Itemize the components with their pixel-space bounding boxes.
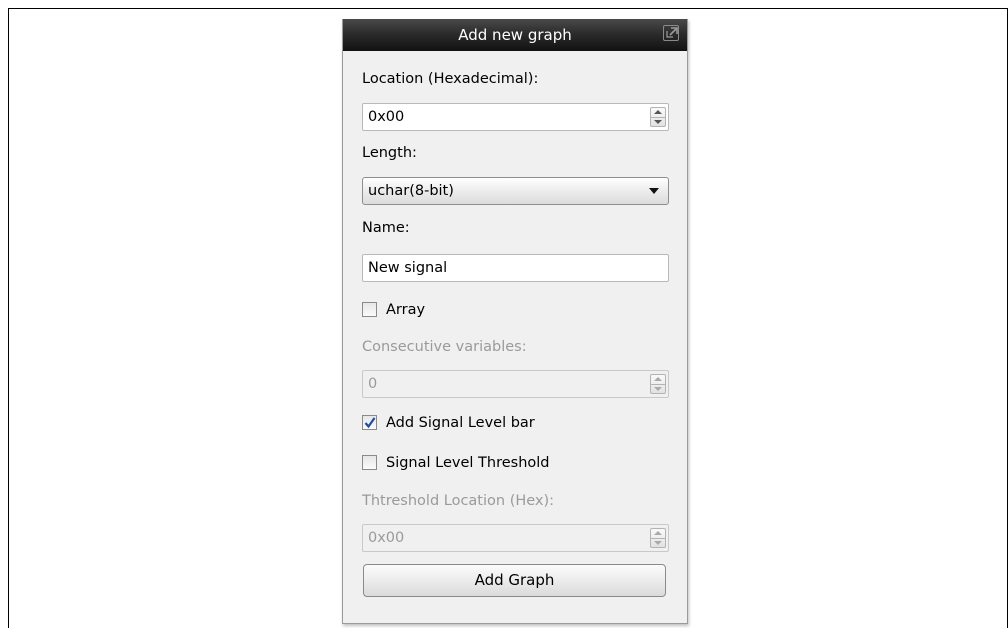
dialog-titlebar: Add new graph	[343, 19, 687, 51]
frame-left-border	[8, 8, 9, 628]
signal-level-threshold-label: Signal Level Threshold	[386, 455, 550, 471]
check-mark-icon	[364, 417, 376, 429]
array-checkbox[interactable]	[362, 302, 377, 317]
frame-top-border	[8, 8, 1008, 9]
add-graph-button[interactable]: Add Graph	[363, 564, 666, 597]
consecutive-variables-value: 0	[368, 376, 378, 392]
threshold-spin-buttons	[650, 528, 666, 548]
length-label: Length:	[362, 145, 417, 161]
array-label: Array	[386, 302, 426, 318]
undock-icon[interactable]	[663, 25, 679, 41]
add-graph-dialog: Add new graph Location (Hexadecimal): 0x…	[342, 19, 688, 624]
dialog-title: Add new graph	[458, 26, 572, 44]
spin-divider	[651, 538, 665, 539]
name-value: New signal	[368, 260, 448, 276]
signal-level-threshold-checkbox[interactable]	[362, 455, 377, 470]
location-label: Location (Hexadecimal):	[362, 71, 539, 87]
spin-down-icon[interactable]	[654, 120, 662, 124]
signal-level-bar-checkbox[interactable]	[362, 415, 377, 430]
length-selected-value: uchar(8-bit)	[368, 183, 454, 199]
spin-up-icon[interactable]	[654, 110, 662, 114]
spin-divider	[651, 117, 665, 118]
length-dropdown[interactable]: uchar(8-bit)	[362, 177, 669, 205]
spin-up-icon	[654, 531, 662, 535]
consecutive-variables-label: Consecutive variables:	[362, 339, 527, 355]
location-value: 0x00	[368, 109, 405, 125]
dropdown-arrow-icon[interactable]	[649, 188, 659, 194]
location-spin-buttons[interactable]	[650, 107, 666, 127]
consecutive-spin-buttons	[650, 374, 666, 394]
name-label: Name:	[362, 220, 410, 236]
threshold-location-value: 0x00	[368, 530, 405, 546]
threshold-location-spinbox: 0x00	[362, 524, 669, 552]
name-input[interactable]: New signal	[362, 254, 669, 282]
spin-down-icon	[654, 541, 662, 545]
spin-down-icon	[654, 387, 662, 391]
threshold-location-label: Thtreshold Location (Hex):	[362, 493, 555, 509]
location-spinbox[interactable]: 0x00	[362, 103, 669, 131]
spin-divider	[651, 384, 665, 385]
signal-level-bar-label: Add Signal Level bar	[386, 415, 535, 431]
spin-up-icon	[654, 377, 662, 381]
consecutive-variables-spinbox: 0	[362, 370, 669, 398]
